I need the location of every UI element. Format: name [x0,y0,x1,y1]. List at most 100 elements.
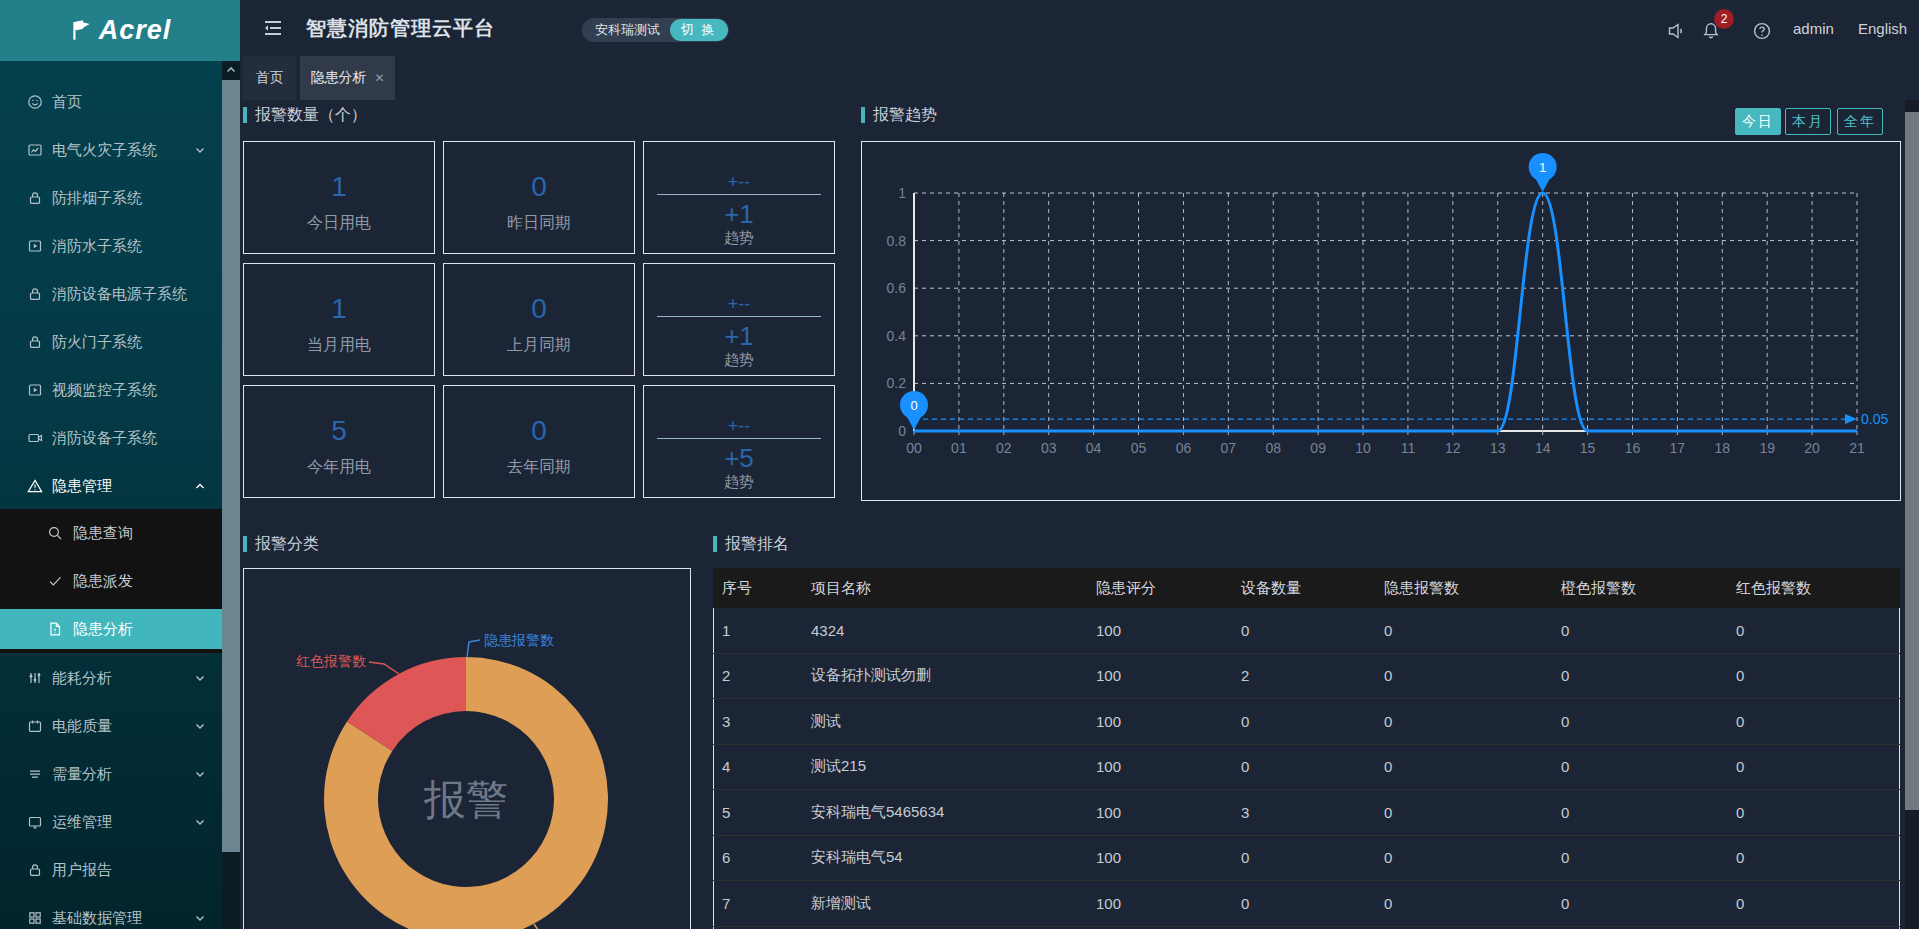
sidebar-item-label: 需量分析 [52,765,112,784]
sidebar-item-11[interactable]: 需量分析 [0,754,222,794]
sidebar-subitem-隐患分析[interactable]: 隐患分析 [0,609,222,649]
stat-card-4: 0上月同期 [443,263,635,376]
trend-range-today-button[interactable]: 今日 [1735,108,1781,135]
svg-text:15: 15 [1580,440,1596,456]
table-header-cell: 项目名称 [811,579,1096,598]
sliders-icon [27,670,43,686]
warning-icon [27,478,43,494]
sidebar-item-14[interactable]: 基础数据管理 [0,898,222,929]
sidebar-item-0[interactable]: 首页 [0,82,222,122]
project-switcher[interactable]: 安科瑞测试 切 换 [582,18,729,42]
sidebar-scrollbar-thumb[interactable] [222,80,240,852]
tab-hidden-danger-analysis[interactable]: 隐患分析 ✕ [300,56,395,100]
stat-value: 1 [244,168,434,206]
stat-value: 0 [444,412,634,450]
monitor-icon [27,814,43,830]
sidebar-item-label: 防火门子系统 [52,333,142,352]
header: 智慧消防管理云平台 安科瑞测试 切 换 2 admin English [240,0,1919,56]
sidebar-item-label: 电能质量 [52,717,112,736]
svg-text:06: 06 [1176,440,1192,456]
sidebar-subitem-隐患派发[interactable]: 隐患派发 [0,561,222,601]
stat-value: 0 [444,290,634,328]
table-cell: 100 [1096,667,1241,684]
collapse-menu-icon[interactable] [262,17,284,39]
sidebar-item-4[interactable]: 消防设备电源子系统 [0,274,222,314]
table-cell: 0 [1561,849,1736,866]
brand-flag-icon [69,18,95,44]
table-header-cell: 设备数量 [1241,579,1384,598]
trend-range-year-button[interactable]: 全年 [1837,108,1883,135]
help-icon[interactable] [1752,21,1772,41]
svg-text:0.8: 0.8 [887,233,907,249]
table-row-7[interactable]: 7新增测试1000000 [713,881,1900,927]
stat-card-6: 5今年用电 [243,385,435,498]
sidebar-item-13[interactable]: 用户报告 [0,850,222,890]
table-row-3[interactable]: 3测试1000000 [713,699,1900,745]
table-cell: 0 [1736,758,1900,775]
svg-text:07: 07 [1221,440,1237,456]
table-cell: 100 [1096,713,1241,730]
lock-icon [27,862,43,878]
sidebar-item-3[interactable]: 消防水子系统 [0,226,222,266]
tab-home[interactable]: 首页 [243,56,296,100]
table-row-5[interactable]: 5安科瑞电气54656341003000 [713,790,1900,836]
trend-line-chart: 00.20.40.60.8100010203040506070809101112… [862,142,1900,500]
trend-divider [657,438,821,439]
svg-text:05: 05 [1131,440,1147,456]
sidebar-item-10[interactable]: 电能质量 [0,706,222,746]
section-title-alarm-rank: 报警排名 [713,535,789,553]
alarm-count-cards: 1今日用电0昨日同期+--+1趋势1当月用电0上月同期+--+1趋势5今年用电0… [243,141,835,498]
sidebar-subitem-隐患查询[interactable]: 隐患查询 [0,513,222,553]
sidebar-subitem-label: 隐患查询 [73,524,133,543]
grid-icon [27,910,43,926]
table-row-6[interactable]: 6安科瑞电气541000000 [713,836,1900,882]
table-cell: 0 [1241,713,1384,730]
page-scrollbar[interactable] [1905,100,1919,929]
table-cell: 0 [1384,895,1561,912]
sidebar-item-label: 视频监控子系统 [52,381,157,400]
svg-text:14: 14 [1535,440,1551,456]
table-cell: 0 [1736,849,1900,866]
table-cell: 0 [1384,622,1561,639]
speaker-icon[interactable] [1666,21,1686,41]
sidebar-item-12[interactable]: 运维管理 [0,802,222,842]
table-row-1[interactable]: 143241000000 [713,608,1900,654]
sidebar-item-9[interactable]: 能耗分析 [0,658,222,698]
svg-text:17: 17 [1670,440,1686,456]
user-menu[interactable]: admin [1793,0,1834,56]
alarm-trend-panel: 00.20.40.60.8100010203040506070809101112… [861,141,1901,501]
language-switcher[interactable]: English [1858,0,1907,56]
svg-text:1: 1 [1539,160,1546,175]
sidebar-item-1[interactable]: 电气火灾子系统 [0,130,222,170]
table-cell: 100 [1096,849,1241,866]
page-scrollbar-thumb[interactable] [1905,112,1919,810]
sidebar-item-label: 基础数据管理 [52,909,142,928]
svg-text:1: 1 [898,185,906,201]
table-cell: 0 [1561,713,1736,730]
tab-close-icon[interactable]: ✕ [374,71,384,85]
lock-icon [27,286,43,302]
sidebar-item-7[interactable]: 消防设备子系统 [0,418,222,458]
sidebar-item-label: 用户报告 [52,861,112,880]
table-row-4[interactable]: 4测试2151000000 [713,745,1900,791]
donut-label-red: 红色报警数 [296,653,366,669]
sidebar-item-label: 能耗分析 [52,669,112,688]
page-title: 智慧消防管理云平台 [306,0,495,56]
sidebar-item-8[interactable]: 隐患管理 [0,466,222,506]
project-name: 安科瑞测试 [595,21,660,39]
svg-text:12: 12 [1445,440,1461,456]
sidebar-item-5[interactable]: 防火门子系统 [0,322,222,362]
sidebar-scrollbar[interactable] [222,61,240,929]
stat-value: 5 [244,412,434,450]
table-cell: 0 [1384,713,1561,730]
stat-label: 昨日同期 [444,212,634,234]
stat-value: 0 [444,168,634,206]
switch-project-button[interactable]: 切 换 [670,19,728,41]
sidebar-item-label: 首页 [52,93,82,112]
trend-range-month-button[interactable]: 本月 [1785,108,1831,135]
table-cell: 4324 [811,622,1096,639]
table-row-2[interactable]: 2设备拓扑测试勿删1002000 [713,654,1900,700]
sidebar-item-2[interactable]: 防排烟子系统 [0,178,222,218]
trend-divider [657,316,821,317]
sidebar-item-6[interactable]: 视频监控子系统 [0,370,222,410]
